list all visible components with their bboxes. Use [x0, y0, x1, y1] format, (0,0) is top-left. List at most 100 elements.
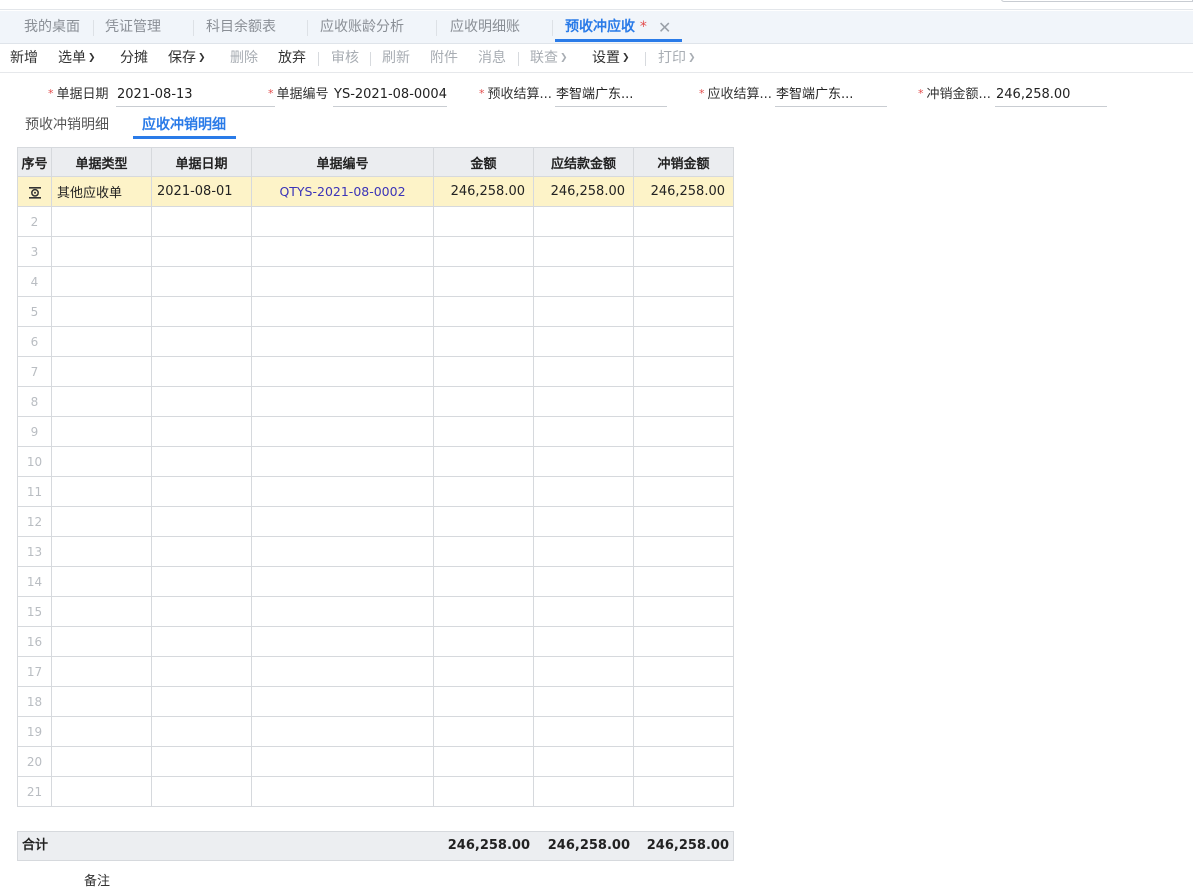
empty-cell[interactable] [633, 716, 734, 747]
empty-cell[interactable] [533, 596, 634, 627]
linked-query-dropdown-button[interactable]: 联查 ❯ [530, 44, 568, 73]
ar-settle-input[interactable]: 李智端广东... [775, 84, 887, 107]
empty-cell[interactable] [633, 566, 734, 597]
empty-cell[interactable] [51, 686, 152, 717]
prepay-settle-input[interactable]: 李智端广东... [555, 84, 667, 107]
empty-cell[interactable] [251, 746, 434, 777]
empty-cell[interactable] [251, 506, 434, 537]
empty-cell[interactable] [151, 506, 252, 537]
empty-cell[interactable] [633, 446, 734, 477]
empty-cell[interactable] [633, 626, 734, 657]
empty-cell[interactable] [151, 776, 252, 807]
empty-cell[interactable] [433, 266, 534, 297]
empty-cell[interactable] [433, 296, 534, 327]
empty-cell[interactable] [533, 386, 634, 417]
table-row[interactable]: 4 [17, 266, 734, 297]
empty-cell[interactable] [533, 686, 634, 717]
empty-cell[interactable] [251, 776, 434, 807]
audit-button[interactable]: 审核 [331, 44, 359, 73]
empty-cell[interactable] [251, 356, 434, 387]
empty-cell[interactable] [151, 266, 252, 297]
empty-cell[interactable] [251, 596, 434, 627]
empty-cell[interactable] [533, 416, 634, 447]
save-dropdown-button[interactable]: 保存 ❯ [168, 44, 206, 73]
writeoff-amount-input[interactable]: 246,258.00 [995, 84, 1107, 107]
empty-cell[interactable] [533, 716, 634, 747]
empty-cell[interactable] [533, 476, 634, 507]
row-settings-icon[interactable] [28, 186, 42, 199]
tab-account-balance[interactable]: 科目余额表 [206, 11, 276, 44]
empty-cell[interactable] [433, 536, 534, 567]
empty-cell[interactable] [51, 356, 152, 387]
empty-cell[interactable] [433, 776, 534, 807]
column-header-writeoff-amount[interactable]: 冲销金额 [633, 147, 734, 177]
empty-cell[interactable] [533, 506, 634, 537]
empty-cell[interactable] [51, 566, 152, 597]
settings-dropdown-button[interactable]: 设置 ❯ [592, 44, 630, 73]
table-row[interactable]: 6 [17, 326, 734, 357]
empty-cell[interactable] [251, 686, 434, 717]
empty-cell[interactable] [51, 236, 152, 267]
empty-cell[interactable] [433, 596, 534, 627]
empty-cell[interactable] [433, 326, 534, 357]
table-row[interactable]: 5 [17, 296, 734, 327]
table-row[interactable]: 17 [17, 656, 734, 687]
empty-cell[interactable] [151, 656, 252, 687]
empty-cell[interactable] [151, 206, 252, 237]
empty-cell[interactable] [633, 416, 734, 447]
empty-cell[interactable] [151, 626, 252, 657]
empty-cell[interactable] [51, 506, 152, 537]
empty-cell[interactable] [251, 656, 434, 687]
empty-cell[interactable] [251, 716, 434, 747]
global-search-box[interactable] [1001, 0, 1193, 2]
empty-cell[interactable] [251, 296, 434, 327]
empty-cell[interactable] [633, 596, 734, 627]
cell-doc-date[interactable]: 2021-08-01 [151, 176, 252, 207]
table-row[interactable]: 18 [17, 686, 734, 717]
table-row[interactable]: 13 [17, 536, 734, 567]
table-row[interactable]: 8 [17, 386, 734, 417]
empty-cell[interactable] [151, 236, 252, 267]
cell-due-amount[interactable]: 246,258.00 [533, 176, 634, 207]
empty-cell[interactable] [533, 656, 634, 687]
empty-cell[interactable] [433, 716, 534, 747]
empty-cell[interactable] [433, 686, 534, 717]
empty-cell[interactable] [633, 536, 734, 567]
empty-cell[interactable] [633, 266, 734, 297]
cell-writeoff-amount[interactable]: 246,258.00 [633, 176, 734, 207]
print-dropdown-button[interactable]: 打印 ❯ [658, 44, 696, 73]
empty-cell[interactable] [533, 746, 634, 777]
empty-cell[interactable] [151, 296, 252, 327]
empty-cell[interactable] [533, 536, 634, 567]
empty-cell[interactable] [151, 746, 252, 777]
table-row[interactable]: 16 [17, 626, 734, 657]
select-dropdown-button[interactable]: 选单 ❯ [58, 44, 96, 73]
empty-cell[interactable] [533, 446, 634, 477]
empty-cell[interactable] [51, 476, 152, 507]
doc-no-input[interactable]: YS-2021-08-0004 [333, 84, 447, 107]
empty-cell[interactable] [151, 566, 252, 597]
empty-cell[interactable] [151, 476, 252, 507]
empty-cell[interactable] [633, 506, 734, 537]
table-row[interactable]: 2 [17, 206, 734, 237]
empty-cell[interactable] [633, 656, 734, 687]
empty-cell[interactable] [151, 716, 252, 747]
empty-cell[interactable] [51, 416, 152, 447]
empty-cell[interactable] [433, 206, 534, 237]
empty-cell[interactable] [51, 716, 152, 747]
empty-cell[interactable] [533, 236, 634, 267]
empty-cell[interactable] [51, 776, 152, 807]
empty-cell[interactable] [533, 776, 634, 807]
empty-cell[interactable] [51, 446, 152, 477]
empty-cell[interactable] [251, 206, 434, 237]
empty-cell[interactable] [433, 506, 534, 537]
tab-ar-aging[interactable]: 应收账龄分析 [320, 11, 404, 44]
allocate-button[interactable]: 分摊 [120, 44, 148, 73]
delete-button[interactable]: 删除 [230, 44, 258, 73]
empty-cell[interactable] [51, 746, 152, 777]
column-header-doc-no[interactable]: 单据编号 [251, 147, 434, 177]
table-row[interactable]: 10 [17, 446, 734, 477]
empty-cell[interactable] [533, 356, 634, 387]
empty-cell[interactable] [251, 566, 434, 597]
column-header-due-amount[interactable]: 应结款金额 [533, 147, 634, 177]
